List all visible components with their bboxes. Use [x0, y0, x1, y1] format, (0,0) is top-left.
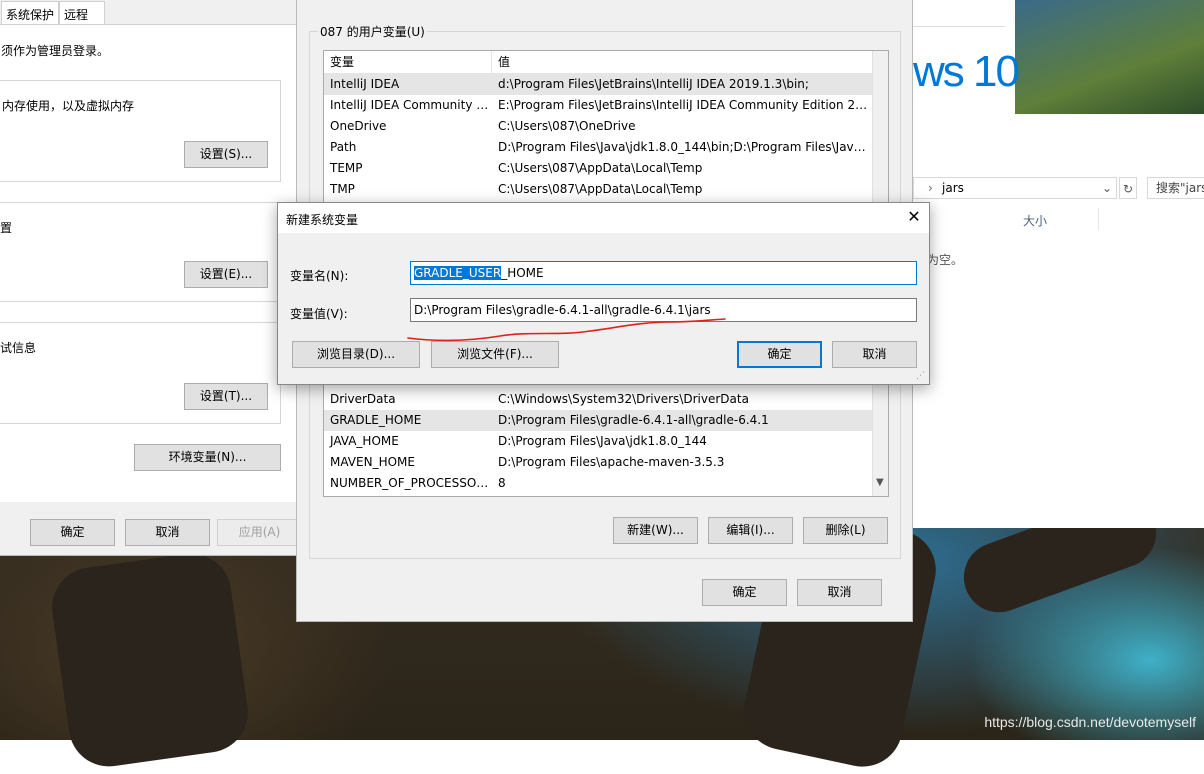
chevron-down-icon[interactable]: ▼: [876, 477, 884, 488]
admin-note: 须作为管理员登录。: [1, 44, 110, 58]
var-name: JAVA_HOME: [330, 434, 399, 448]
env-cancel-button[interactable]: 取消: [797, 579, 882, 606]
ok-button[interactable]: 确定: [30, 519, 115, 546]
var-value: C:\Users\087\AppData\Local\Temp: [498, 161, 703, 175]
browse-directory-button[interactable]: 浏览目录(D)...: [292, 341, 420, 368]
dialog-title: 新建系统变量: [286, 213, 359, 227]
explorer-photo-strip: [1015, 0, 1204, 114]
performance-settings-button[interactable]: 设置(S)...: [184, 141, 268, 168]
column-header-variable[interactable]: 变量: [324, 51, 492, 73]
system-properties-window: 系统保护 远程 须作为管理员登录。 内存使用，以及虚拟内存 设置(S)... 置…: [0, 0, 302, 556]
table-row[interactable]: MAVEN_HOME D:\Program Files\apache-maven-…: [324, 452, 888, 473]
browse-file-button[interactable]: 浏览文件(F)...: [431, 341, 559, 368]
table-row[interactable]: Path D:\Program Files\Java\jdk1.8.0_144\b…: [324, 137, 888, 158]
var-name: TMP: [330, 182, 355, 196]
var-value: D:\Program Files\Java\jdk1.8.0_144\bin;D…: [498, 140, 870, 154]
scrollbar[interactable]: [872, 51, 888, 209]
explorer-body: › jars ⌄ ↻ 搜索"jars 大小 为空。: [913, 114, 1204, 528]
variable-name-label: 变量名(N):: [290, 269, 349, 283]
user-profiles-settings-button[interactable]: 设置(E)...: [184, 261, 268, 288]
scrollbar[interactable]: ▼: [872, 379, 888, 496]
var-name: DriverData: [330, 392, 396, 406]
table-row[interactable]: IntelliJ IDEA d:\Program Files\JetBrains\…: [324, 74, 888, 95]
user-profiles-title: 置: [0, 221, 13, 235]
var-name: OneDrive: [330, 119, 387, 133]
chevron-down-icon[interactable]: ⌄: [1102, 178, 1112, 198]
dialog-cancel-button[interactable]: 取消: [832, 341, 917, 368]
breadcrumb-separator: ›: [928, 181, 933, 195]
empty-folder-text: 为空。: [927, 253, 964, 267]
table-row[interactable]: NUMBER_OF_PROCESSORS 8: [324, 473, 888, 494]
column-header-size[interactable]: 大小: [1023, 212, 1047, 229]
var-value: C:\Windows\System32\Drivers\DriverData: [498, 392, 749, 406]
variable-value-label: 变量值(V):: [290, 307, 348, 321]
edit-variable-button[interactable]: 编辑(I)...: [708, 517, 793, 544]
selected-text: GRADLE_USER: [414, 266, 502, 280]
var-name: Path: [330, 140, 357, 154]
var-name: GRADLE_HOME: [330, 413, 422, 427]
table-row[interactable]: IntelliJ IDEA Community E... E:\Program F…: [324, 95, 888, 116]
table-row[interactable]: OneDrive C:\Users\087\OneDrive: [324, 116, 888, 137]
cancel-button[interactable]: 取消: [125, 519, 210, 546]
new-system-variable-dialog: 新建系统变量 ✕ 变量名(N): GRADLE_USER_HOME 变量值(V)…: [277, 202, 930, 385]
var-value: E:\Program Files\JetBrains\IntelliJ IDEA…: [498, 98, 870, 112]
refresh-icon[interactable]: ↻: [1119, 177, 1137, 199]
tab-content: 须作为管理员登录。 内存使用，以及虚拟内存 设置(S)... 置 设置(E)..…: [0, 24, 297, 502]
var-name: IntelliJ IDEA Community E...: [330, 98, 492, 112]
startup-recovery-group: 试信息 设置(T)...: [0, 322, 281, 424]
tab-remote[interactable]: 远程: [59, 1, 105, 25]
var-value: D:\Program Files\apache-maven-3.5.3: [498, 455, 725, 469]
delete-variable-button[interactable]: 删除(L): [803, 517, 888, 544]
dialog-ok-button[interactable]: 确定: [737, 341, 822, 368]
var-name: TEMP: [330, 161, 363, 175]
unselected-text: _HOME: [501, 266, 544, 280]
table-row[interactable]: DriverData C:\Windows\System32\Drivers\Dr…: [324, 389, 888, 410]
performance-group: 内存使用，以及虚拟内存 设置(S)...: [0, 80, 281, 182]
table-row[interactable]: JAVA_HOME D:\Program Files\Java\jdk1.8.0_…: [324, 431, 888, 452]
var-name: MAVEN_HOME: [330, 455, 415, 469]
performance-desc: 内存使用，以及虚拟内存: [2, 99, 135, 113]
tab-system-protection[interactable]: 系统保护: [1, 1, 59, 25]
close-icon[interactable]: ✕: [899, 203, 929, 231]
environment-variables-button[interactable]: 环境变量(N)...: [134, 444, 281, 471]
user-variables-title: 087 的用户变量(U): [318, 23, 427, 40]
windows-brand-text: ws 10: [913, 47, 1020, 96]
system-variables-list[interactable]: DriverData C:\Windows\System32\Drivers\Dr…: [323, 379, 889, 497]
new-variable-button[interactable]: 新建(W)...: [613, 517, 698, 544]
breadcrumb-current[interactable]: jars: [942, 178, 964, 198]
apply-button[interactable]: 应用(A): [217, 519, 302, 546]
list-header: 变量 值: [324, 51, 888, 74]
var-value: D:\Program Files\gradle-6.4.1-all\gradle…: [498, 413, 769, 427]
table-row[interactable]: TEMP C:\Users\087\AppData\Local\Temp: [324, 158, 888, 179]
dialog-body: 变量名(N): GRADLE_USER_HOME 变量值(V): D:\Prog…: [278, 233, 929, 384]
startup-settings-button[interactable]: 设置(T)...: [184, 383, 268, 410]
var-value: C:\Users\087\AppData\Local\Temp: [498, 182, 703, 196]
search-input[interactable]: 搜索"jars: [1147, 177, 1204, 199]
variable-name-input[interactable]: GRADLE_USER_HOME: [410, 261, 917, 285]
table-row[interactable]: TMP C:\Users\087\AppData\Local\Temp: [324, 179, 888, 200]
var-name: NUMBER_OF_PROCESSORS: [330, 476, 492, 490]
table-row[interactable]: GRADLE_HOME D:\Program Files\gradle-6.4.1…: [324, 410, 888, 431]
env-ok-button[interactable]: 确定: [702, 579, 787, 606]
resize-grip-icon[interactable]: ⋰: [916, 371, 925, 381]
watermark: https://blog.csdn.net/devotemyself: [984, 714, 1196, 730]
var-name: IntelliJ IDEA: [330, 77, 400, 91]
user-profiles-group: 置 设置(E)...: [0, 202, 281, 302]
address-bar[interactable]: › jars ⌄: [913, 177, 1117, 199]
column-header-value[interactable]: 值: [492, 51, 870, 73]
user-variables-list[interactable]: 变量 值 IntelliJ IDEA d:\Program Files\JetBr…: [323, 50, 889, 210]
explorer-window: ws 10 › jars ⌄ ↻ 搜索"jars 大小 为空。: [912, 0, 1204, 528]
var-value: D:\Program Files\Java\jdk1.8.0_144: [498, 434, 707, 448]
variable-value-input[interactable]: D:\Program Files\gradle-6.4.1-all\gradle…: [410, 298, 917, 322]
column-divider: [1098, 208, 1099, 230]
tree-trunk-left: [46, 548, 254, 772]
var-value: d:\Program Files\JetBrains\IntelliJ IDEA…: [498, 77, 809, 91]
var-value: 8: [498, 476, 506, 490]
explorer-divider: [913, 26, 1005, 27]
startup-recovery-title: 试信息: [0, 341, 37, 355]
var-value: C:\Users\087\OneDrive: [498, 119, 636, 133]
